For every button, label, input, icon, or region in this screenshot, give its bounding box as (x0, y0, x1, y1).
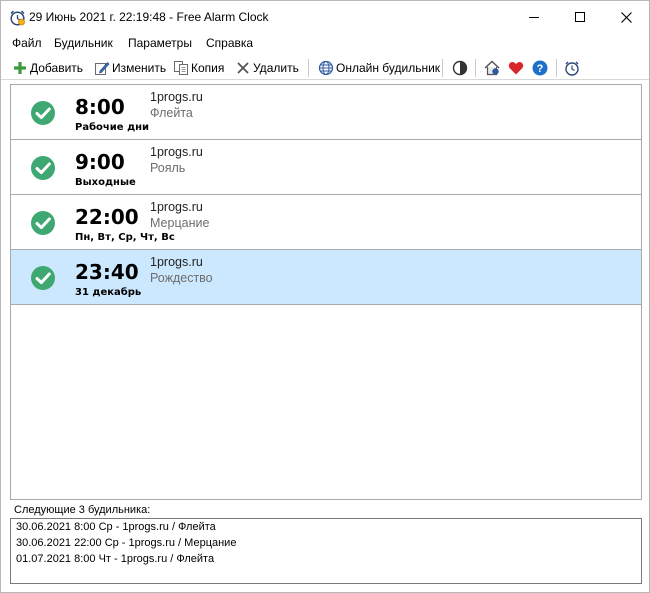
clock-icon (565, 61, 579, 76)
menu-file[interactable]: Файл (12, 36, 42, 50)
online-alarm-button[interactable]: Онлайн будильник (318, 57, 440, 78)
alarm-label: 1progs.ru (150, 90, 203, 104)
alarm-time: 8:00 (75, 95, 125, 119)
minimize-button[interactable] (511, 1, 557, 33)
alarm-days: Рабочие дни (75, 122, 150, 133)
close-icon (620, 11, 632, 23)
alarm-time: 9:00 (75, 150, 125, 174)
alarm-label: 1progs.ru (150, 200, 203, 214)
alarm-time: 22:00 (75, 205, 139, 229)
edit-button[interactable]: Изменить (94, 57, 166, 78)
next-alarm-item: 30.06.2021 22:00 Ср - 1progs.ru / Мерцан… (16, 537, 237, 549)
enabled-check-icon[interactable] (30, 100, 56, 126)
alarm-label: 1progs.ru (150, 145, 203, 159)
theme-toggle-button[interactable] (452, 57, 470, 78)
enabled-check-icon[interactable] (30, 210, 56, 236)
svg-text:?: ? (537, 63, 544, 75)
home-icon (484, 59, 500, 75)
homepage-button[interactable] (484, 57, 502, 78)
app-window: 29 Июнь 2021 г. 22:19:48 - Free Alarm Cl… (0, 0, 650, 593)
heart-icon (508, 61, 524, 74)
alarm-sound: Флейта (150, 106, 193, 120)
toolbar-separator (475, 59, 476, 77)
copy-icon (174, 60, 188, 75)
toolbar-separator (308, 59, 309, 77)
alarm-sound: Рояль (150, 161, 186, 175)
alarm-row[interactable]: 22:00 Пн, Вт, Ср, Чт, Вс 1progs.ru Мерца… (11, 195, 641, 250)
alarm-time: 23:40 (75, 260, 139, 284)
next-alarms-title: Следующие 3 будильника: (14, 504, 151, 516)
menu-bar: Файл Будильник Параметры Справка (1, 34, 649, 54)
alarm-row[interactable]: 8:00 Рабочие дни 1progs.ru Флейта (11, 85, 641, 140)
alarm-days: 31 декабрь (75, 287, 142, 298)
next-alarm-item: 30.06.2021 8:00 Ср - 1progs.ru / Флейта (16, 521, 216, 533)
add-button-label: Добавить (30, 60, 84, 75)
menu-alarm[interactable]: Будильник (54, 36, 113, 50)
enabled-check-icon[interactable] (30, 265, 56, 291)
alarm-days: Выходные (75, 177, 136, 188)
toolbar: Добавить Изменить Копия Удалить Онлайн б… (1, 56, 649, 80)
donate-button[interactable] (508, 57, 526, 78)
online-alarm-button-label: Онлайн будильник (336, 60, 441, 75)
alarm-sound: Рождество (150, 271, 213, 285)
alarm-row[interactable]: 9:00 Выходные 1progs.ru Рояль (11, 140, 641, 195)
help-icon: ? (532, 60, 548, 75)
copy-button-label: Копия (191, 60, 225, 75)
alarm-list[interactable]: 8:00 Рабочие дни 1progs.ru Флейта 9:00 В… (10, 84, 642, 500)
close-button[interactable] (603, 1, 649, 33)
maximize-icon (575, 12, 585, 22)
menu-settings[interactable]: Параметры (128, 36, 192, 50)
toolbar-separator (556, 59, 557, 77)
next-alarms-box[interactable]: 30.06.2021 8:00 Ср - 1progs.ru / Флейта … (10, 518, 642, 584)
enabled-check-icon[interactable] (30, 155, 56, 181)
edit-pencil-icon (95, 61, 110, 75)
title-bar: 29 Июнь 2021 г. 22:19:48 - Free Alarm Cl… (1, 1, 649, 33)
plus-icon (14, 61, 26, 74)
minimize-icon (529, 17, 539, 18)
delete-x-icon (237, 61, 249, 74)
maximize-button[interactable] (557, 1, 603, 33)
add-button[interactable]: Добавить (12, 57, 83, 78)
alarm-clock-app-icon (10, 10, 25, 26)
edit-button-label: Изменить (112, 60, 167, 75)
alarm-row-selected[interactable]: 23:40 31 декабрь 1progs.ru Рождество (11, 250, 641, 305)
alarm-days: Пн, Вт, Ср, Чт, Вс (75, 232, 175, 243)
toolbar-separator (442, 59, 443, 77)
next-alarm-item: 01.07.2021 8:00 Чт - 1progs.ru / Флейта (16, 553, 215, 565)
contrast-icon (452, 60, 468, 75)
alarm-sound: Мерцание (150, 216, 210, 230)
delete-button-label: Удалить (253, 60, 299, 75)
menu-help[interactable]: Справка (206, 36, 253, 50)
window-title: 29 Июнь 2021 г. 22:19:48 - Free Alarm Cl… (29, 10, 269, 24)
globe-icon (318, 60, 334, 75)
delete-button[interactable]: Удалить (235, 57, 299, 78)
help-button[interactable]: ? (532, 57, 550, 78)
copy-button[interactable]: Копия (173, 57, 224, 78)
clock-button[interactable] (564, 57, 582, 78)
alarm-label: 1progs.ru (150, 255, 203, 269)
